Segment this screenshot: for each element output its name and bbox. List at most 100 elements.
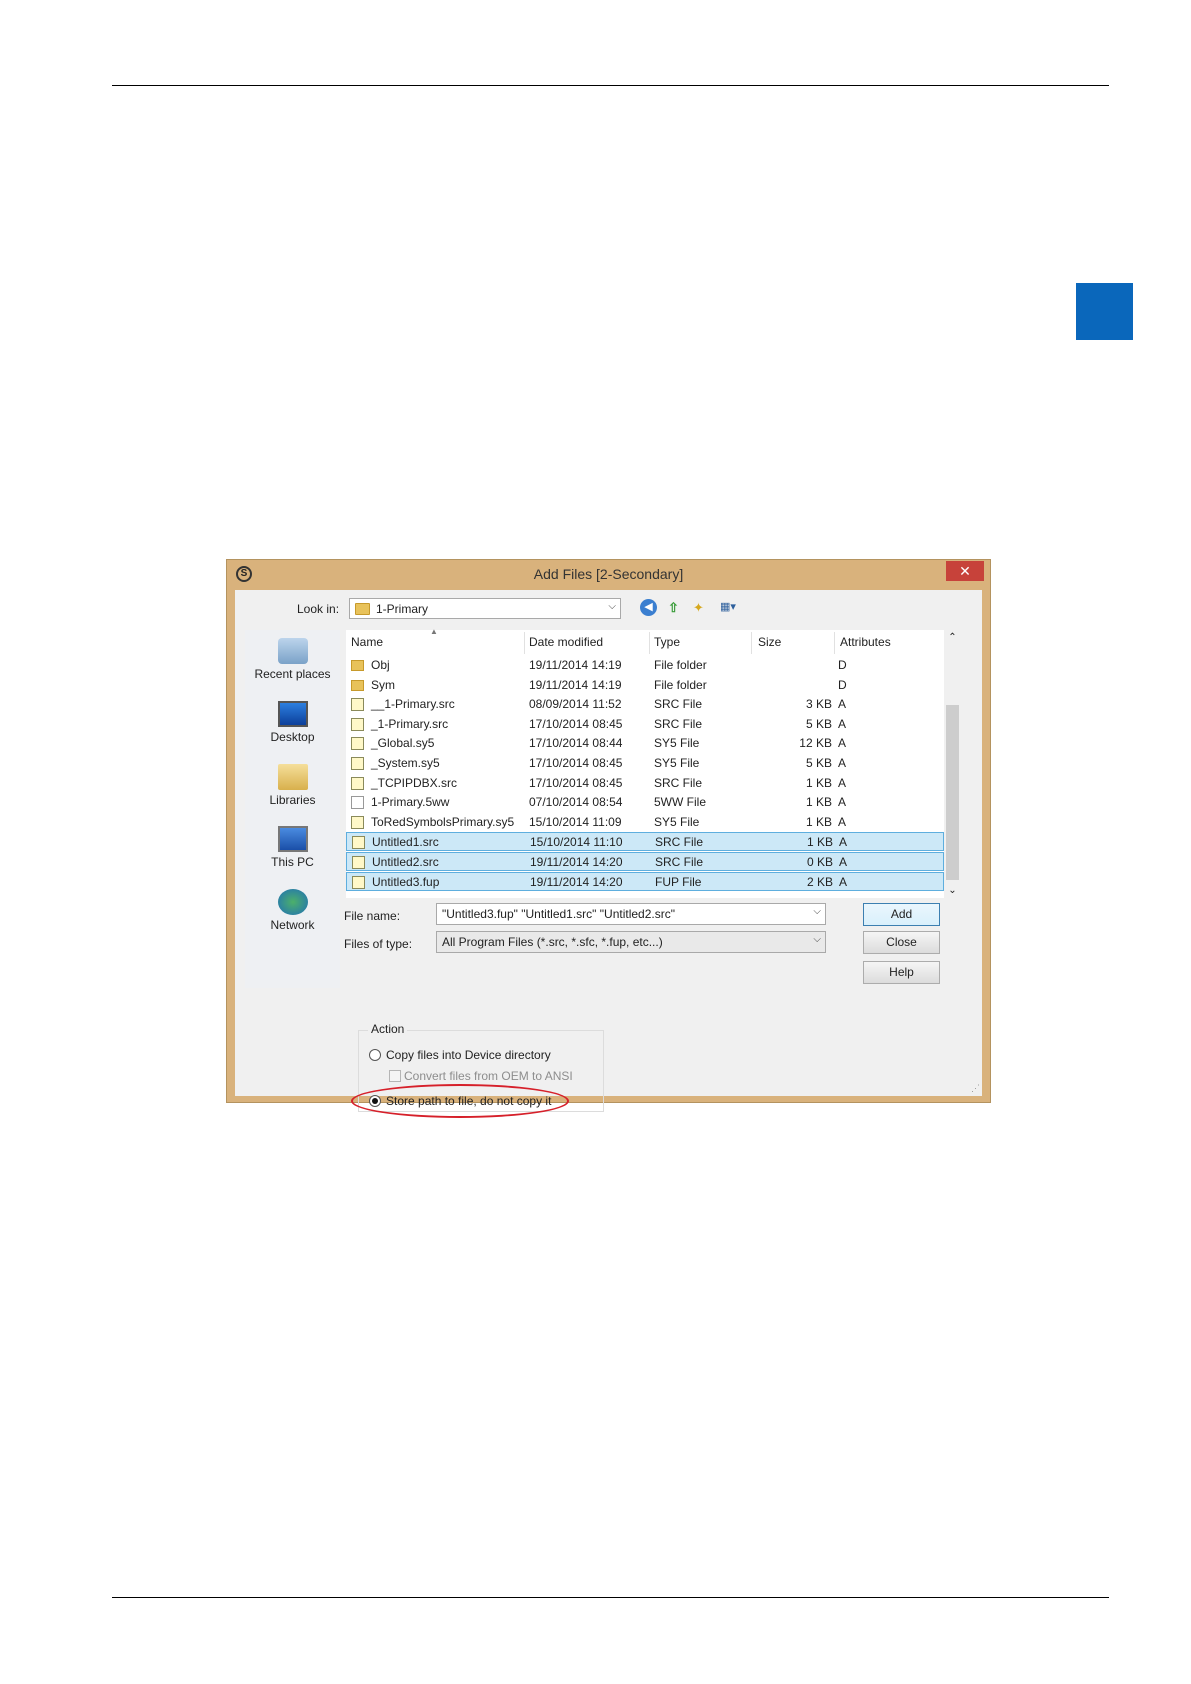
file-list-header: ▲ Name Date modified Type Size Attribute… [346,627,944,656]
look-in-label: Look in: [297,602,340,616]
close-window-button[interactable]: ✕ [946,561,984,581]
column-header-attributes[interactable]: Attributes [840,635,891,649]
file-name-cell: _System.sy5 [371,756,440,770]
column-divider[interactable] [751,632,752,654]
file-list[interactable]: ▲ Name Date modified Type Size Attribute… [346,627,944,898]
file-name-cell: _1-Primary.src [371,716,449,731]
file-name-cell: Untitled3.fup [372,874,440,889]
file-row[interactable]: 1-Primary.5ww 07/10/2014 08:54 5WW File 1 K… [346,793,944,812]
place-label: Recent places [254,667,331,681]
file-size-cell: 1 KB [806,835,833,850]
file-name-cell: Obj [371,658,390,672]
column-divider[interactable] [834,632,835,654]
look-in-dropdown[interactable]: 1-Primary ⌵ [349,598,621,619]
column-header-name[interactable]: Name [351,635,383,649]
folder-icon [355,603,370,615]
chevron-down-icon: ⌵ [608,601,616,612]
date-modified-cell: 19/11/2014 14:20 [530,874,623,889]
new-folder-icon[interactable]: ✦ [690,599,707,616]
file-type-cell: SY5 File [654,756,700,770]
date-modified-cell: 19/11/2014 14:20 [530,855,623,869]
dialog-title: Add Files [2-Secondary] [533,566,684,582]
date-modified-cell: 15/10/2014 11:10 [530,835,623,850]
file-type-cell: SRC File [654,716,703,731]
file-size-cell: 1 KB [805,775,832,790]
help-button[interactable]: Help [863,961,940,984]
file-name-cell: ToRedSymbolsPrimary.sy5 [371,814,515,829]
attributes-cell: A [838,716,847,731]
close-button[interactable]: Close [863,931,940,954]
place-recent-places[interactable]: Recent places [245,638,340,681]
resize-grip-icon[interactable]: ⋰ [971,1083,980,1094]
file-row[interactable]: Untitled1.src 15/10/2014 11:10 SRC File 1 K… [346,832,944,852]
file-name-combobox[interactable]: "Untitled3.fup" "Untitled1.src" "Untitle… [436,903,826,925]
title-bar[interactable]: S Add Files [2-Secondary] ✕ [227,560,990,588]
place-libraries[interactable]: Libraries [245,764,340,807]
date-modified-cell: 07/10/2014 08:54 [529,795,623,810]
highlight-ellipse [351,1084,569,1118]
folder-icon [351,660,364,671]
file-size-cell: 1 KB [805,814,832,829]
header-rule [112,85,1109,86]
view-menu-icon[interactable]: ▦▾ [714,599,742,616]
file-row[interactable]: _Global.sy5 17/10/2014 08:44 SY5 File 12 KB… [346,734,944,753]
file-row[interactable]: _1-Primary.src 17/10/2014 08:45 SRC File 5 … [346,715,944,734]
place-label: This PC [271,855,314,869]
libraries-icon [277,764,308,790]
date-modified-cell: 19/11/2014 14:19 [529,677,622,692]
attributes-cell: A [838,697,847,712]
column-divider[interactable] [649,632,650,654]
file-icon [352,836,365,850]
convert-oem-label: Convert files from OEM to ANSI [404,1069,573,1083]
file-row[interactable]: Obj 19/11/2014 14:19 File folder D [346,656,944,675]
sort-ascending-icon: ▲ [430,627,438,636]
file-row[interactable]: Untitled2.src 19/11/2014 14:20 SRC File 0 K… [346,852,944,871]
file-list-scrollbar[interactable]: ⌃ ⌄ [944,630,961,898]
attributes-cell: D [838,658,847,672]
file-type-cell: SY5 File [654,736,700,751]
copy-files-radio[interactable] [369,1049,381,1061]
column-divider[interactable] [524,632,525,654]
file-size-cell: 5 KB [805,716,832,731]
files-of-type-dropdown[interactable]: All Program Files (*.src, *.sfc, *.fup, … [436,931,826,953]
file-icon [351,776,364,790]
file-row[interactable]: _System.sy5 17/10/2014 08:45 SY5 File 5 KB A [346,754,944,773]
attributes-cell: D [838,677,847,692]
place-this-pc[interactable]: This PC [245,826,340,869]
place-label: Desktop [270,730,315,744]
file-row[interactable]: Sym 19/11/2014 14:19 File folder D [346,676,944,695]
file-icon [351,717,364,731]
copy-files-label[interactable]: Copy files into Device directory [386,1048,551,1062]
date-modified-cell: 17/10/2014 08:45 [529,716,623,731]
attributes-cell: A [839,835,848,850]
file-name-cell: Untitled1.src [372,835,439,850]
up-folder-icon[interactable]: ⇧ [665,599,682,616]
place-network[interactable]: Network [245,889,340,932]
file-row[interactable]: _TCPIPDBX.src 17/10/2014 08:45 SRC File 1 K… [346,774,944,793]
column-header-size[interactable]: Size [758,635,781,649]
chevron-down-icon[interactable]: ⌵ [813,934,821,945]
scroll-down-arrow-icon[interactable]: ⌄ [944,885,961,896]
file-type-cell: FUP File [655,874,702,889]
column-header-type[interactable]: Type [654,635,680,649]
back-arrow-icon[interactable]: ◀ [640,599,657,616]
file-type-cell: SRC File [654,697,703,712]
attributes-cell: A [839,855,848,869]
file-type-cell: SRC File [654,775,703,790]
file-type-cell: File folder [654,658,707,672]
chevron-down-icon[interactable]: ⌵ [813,906,821,917]
file-name-cell: Untitled2.src [372,855,439,869]
place-desktop[interactable]: Desktop [245,701,340,744]
add-button[interactable]: Add [863,903,940,926]
file-row[interactable]: __1-Primary.src 08/09/2014 11:52 SRC File 3… [346,695,944,714]
file-row[interactable]: ToRedSymbolsPrimary.sy5 15/10/2014 11:09 S… [346,813,944,832]
scroll-up-arrow-icon[interactable]: ⌃ [944,632,961,643]
scrollbar-thumb[interactable] [946,705,959,880]
file-size-cell: 2 KB [806,874,833,889]
footer-rule [112,1597,1109,1598]
convert-oem-checkbox [389,1070,401,1082]
column-header-date[interactable]: Date modified [529,635,603,649]
file-type-cell: File folder [654,677,707,692]
file-icon [352,856,365,869]
file-row[interactable]: Untitled3.fup 19/11/2014 14:20 FUP File 2 K… [346,871,944,891]
